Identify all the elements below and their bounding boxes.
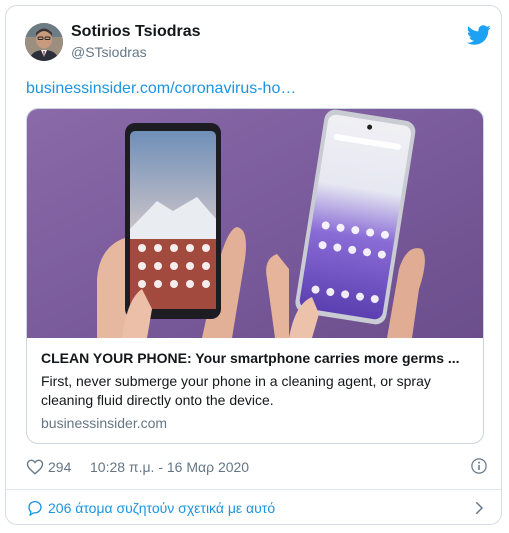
tweet-timestamp[interactable]: 10:28 π.μ. - 16 Μαρ 2020 [90,459,249,475]
preview-title: CLEAN YOUR PHONE: Your smartphone carrie… [41,350,460,366]
tweet-header: Sotirios Tsiodras @STsiodras [25,23,491,67]
preview-text: CLEAN YOUR PHONE: Your smartphone carrie… [41,349,471,432]
link-preview-card[interactable]: CLEAN YOUR PHONE: Your smartphone carrie… [26,108,484,444]
discussion-link[interactable]: 206 άτομα συζητούν σχετικά με αυτό [48,500,275,516]
like-count[interactable]: 294 [48,459,71,475]
discussion-row[interactable]: 206 άτομα συζητούν σχετικά με αυτό [26,495,486,521]
preview-domain: businessinsider.com [41,415,168,431]
avatar-image [25,23,63,61]
speech-bubble-icon [28,500,42,516]
tweet-card: Sotirios Tsiodras @STsiodras businessins… [5,5,502,525]
tweet-meta: 294 10:28 π.μ. - 16 Μαρ 2020 [26,457,488,477]
chevron-right-icon[interactable] [470,499,488,517]
author-handle[interactable]: @STsiodras [71,44,147,60]
avatar[interactable] [25,23,63,61]
heart-icon[interactable] [26,458,44,476]
preview-image [27,109,483,338]
preview-description: First, never submerge your phone in a cl… [41,373,431,408]
article-link[interactable]: businessinsider.com/coronavirus-ho… [26,80,296,98]
divider [6,489,501,490]
twitter-bird-icon[interactable] [467,23,491,47]
author-name[interactable]: Sotirios Tsiodras [71,23,201,41]
info-icon[interactable] [470,457,488,475]
